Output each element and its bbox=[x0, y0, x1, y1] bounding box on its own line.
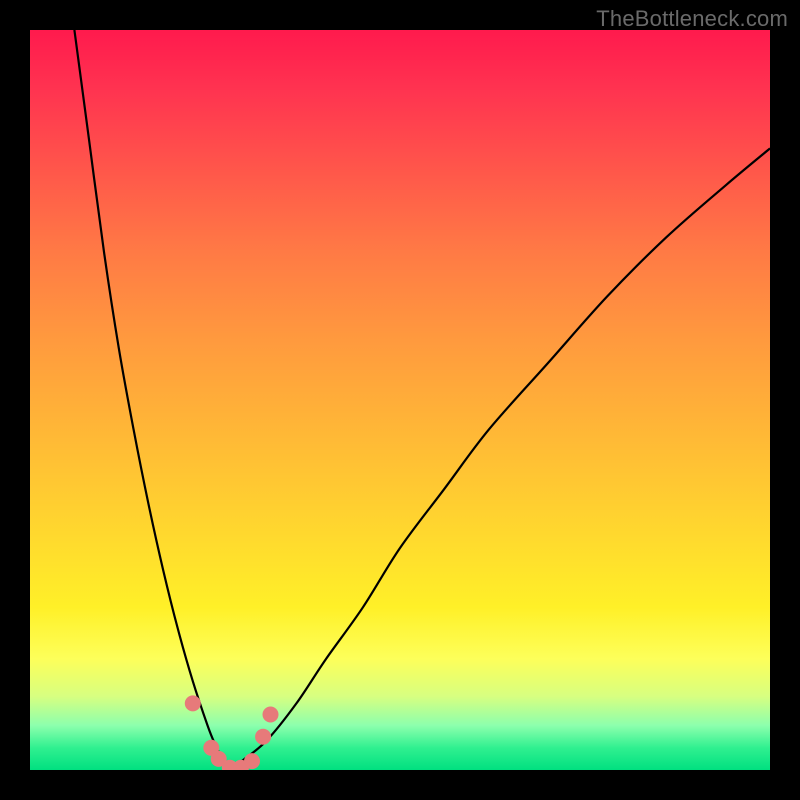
data-markers bbox=[185, 695, 279, 770]
data-marker bbox=[263, 707, 279, 723]
bottleneck-curve-svg bbox=[30, 30, 770, 770]
chart-plot-area bbox=[30, 30, 770, 770]
chart-frame: TheBottleneck.com bbox=[0, 0, 800, 800]
data-marker bbox=[255, 729, 271, 745]
data-marker bbox=[244, 753, 260, 769]
curve-left-branch bbox=[74, 30, 229, 770]
watermark-text: TheBottleneck.com bbox=[596, 6, 788, 32]
curve-right-branch bbox=[230, 148, 770, 770]
data-marker bbox=[185, 695, 201, 711]
